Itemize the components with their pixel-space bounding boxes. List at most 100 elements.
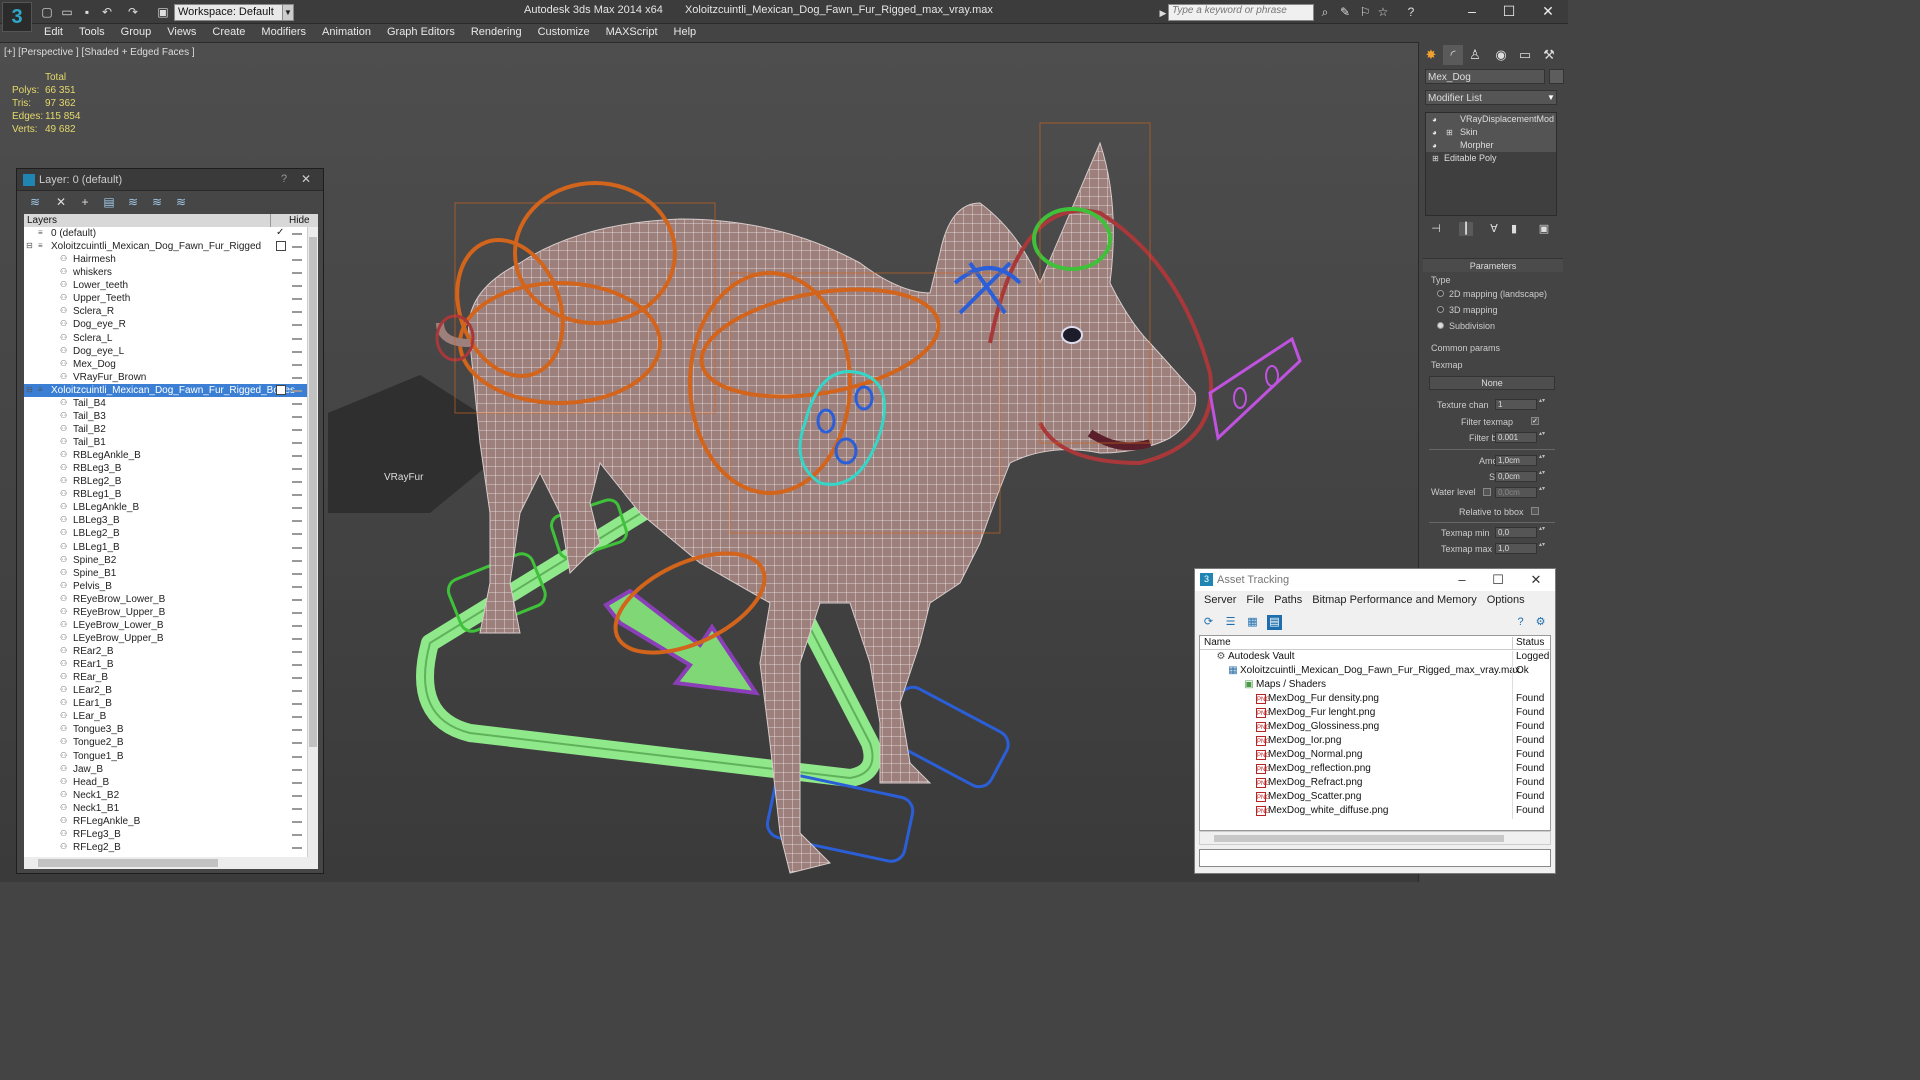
new-layer-icon[interactable]: + [77, 194, 93, 210]
filter-texmap-checkbox[interactable]: ✓ [1531, 417, 1539, 425]
hide-toggle[interactable] [292, 507, 302, 510]
layer-checkbox[interactable] [276, 241, 286, 252]
menu-options[interactable]: Options [1482, 594, 1530, 606]
asset-row[interactable]: PNG MexDog_Normal.png Found [1200, 748, 1550, 763]
show-end-result-icon[interactable]: ┃ [1459, 222, 1473, 236]
column-name[interactable]: Name [1204, 637, 1231, 648]
texmap-min-field[interactable]: 0,0 [1495, 527, 1537, 538]
maximize-button[interactable]: ☐ [1495, 2, 1523, 20]
help-icon[interactable]: ? [1404, 5, 1418, 19]
texmap-max-field[interactable]: 1,0 [1495, 543, 1537, 554]
layer-row[interactable]: ⚇ LBLeg3_B [24, 514, 318, 527]
layer-row[interactable]: ⚇ RBLegAnkle_B [24, 449, 318, 462]
layer-row[interactable]: ⚇ Hairmesh [24, 253, 318, 266]
texmap-button[interactable]: None [1429, 376, 1555, 390]
hide-toggle[interactable] [292, 285, 302, 288]
layer-row[interactable]: ⚇ LEar1_B [24, 697, 318, 710]
parameters-rollout[interactable]: Parameters [1423, 258, 1563, 272]
hide-toggle[interactable] [292, 363, 302, 366]
column-status[interactable]: Status [1512, 637, 1550, 650]
hide-toggle[interactable] [292, 768, 302, 771]
spinner-icon[interactable]: ▴▾ [1539, 454, 1545, 466]
workspace-select[interactable]: Workspace: Default [174, 4, 284, 21]
hide-toggle[interactable] [292, 651, 302, 653]
highlight-layer-icon[interactable]: ≋ [125, 194, 141, 210]
layer-row[interactable]: ⚇ Tongue2_B [24, 736, 318, 749]
layer-row[interactable]: ⚇ Sclera_R [24, 305, 318, 318]
hide-toggle[interactable] [292, 781, 302, 784]
create-tab-icon[interactable]: ✸ [1421, 45, 1441, 65]
layer-row[interactable]: ⊟ ≡ Xoloitzcuintli_Mexican_Dog_Fawn_Fur_Ri… [24, 240, 318, 253]
expand-icon[interactable]: ⊞ [1432, 152, 1439, 165]
hide-toggle[interactable] [292, 729, 302, 732]
freeze-all-icon[interactable]: ≋ [173, 194, 189, 210]
spinner-icon[interactable]: ▴▾ [1539, 542, 1545, 554]
hide-toggle[interactable] [292, 402, 302, 405]
relative-bbox-checkbox[interactable] [1531, 507, 1539, 515]
scroll-thumb[interactable] [1214, 835, 1504, 842]
project-folder-icon[interactable]: ▣ [156, 5, 170, 19]
layer-row[interactable]: ⚇ Dog_eye_R [24, 318, 318, 331]
hide-toggle[interactable] [292, 833, 302, 836]
hide-toggle[interactable] [292, 742, 302, 745]
app-menu-button[interactable]: 3 [2, 2, 32, 32]
hide-toggle[interactable] [292, 298, 302, 301]
layer-row[interactable]: ≡ 0 (default) ✓ [24, 227, 318, 240]
lightbulb-icon[interactable]: ◕ [1432, 139, 1437, 152]
expand-icon[interactable]: ⊟ [26, 241, 35, 251]
refresh-icon[interactable]: ⟳ [1201, 615, 1216, 630]
binoculars-icon[interactable]: ⌕ [1318, 5, 1332, 19]
layer-row[interactable]: ⚇ VRayFur_Brown [24, 371, 318, 384]
expand-icon[interactable]: ⊞ [1446, 126, 1453, 139]
layer-row[interactable]: ⚇ Tongue1_B [24, 750, 318, 763]
hide-toggle[interactable] [292, 677, 302, 680]
hide-toggle[interactable] [292, 337, 302, 340]
layer-row[interactable]: ⚇ Sclera_L [24, 332, 318, 345]
layer-row[interactable]: ⚇ REar_B [24, 671, 318, 684]
jaw-control[interactable] [1208, 336, 1302, 441]
delete-layer-icon[interactable]: ✕ [53, 194, 69, 210]
list-view-icon[interactable]: ☰ [1223, 615, 1238, 630]
hide-toggle[interactable] [292, 703, 302, 706]
layer-row[interactable]: ⚇ Spine_B1 [24, 567, 318, 580]
hide-toggle[interactable] [292, 807, 302, 810]
asset-row[interactable]: ⚙Autodesk Vault Logged O [1200, 650, 1550, 665]
hide-all-icon[interactable]: ≋ [149, 194, 165, 210]
hide-toggle[interactable] [292, 598, 302, 601]
object-name-field[interactable]: Mex_Dog [1425, 69, 1545, 84]
amount-field[interactable]: 1,0cm [1495, 455, 1537, 466]
hide-toggle[interactable] [292, 755, 302, 758]
lightbulb-icon[interactable]: ◕ [1432, 126, 1437, 139]
hierarchy-tab-icon[interactable]: ♙ [1465, 45, 1485, 65]
hide-toggle[interactable] [292, 494, 302, 497]
filter-blur-field[interactable]: 0.001 [1495, 432, 1537, 443]
viewport-label[interactable]: [+] [Perspective ] [Shaded + Edged Faces… [4, 47, 195, 58]
hide-toggle[interactable] [292, 389, 302, 392]
utilities-tab-icon[interactable]: ⚒ [1539, 45, 1559, 65]
layer-row[interactable]: ⚇ Tail_B2 [24, 423, 318, 436]
layer-row[interactable]: ⚇ Head_B [24, 776, 318, 789]
asset-row[interactable]: PNG MexDog_Fur density.png Found [1200, 692, 1550, 707]
layer-row[interactable]: ⚇ Tail_B3 [24, 410, 318, 423]
menu-help[interactable]: Help [666, 25, 705, 41]
layer-row[interactable]: ⚇ Mex_Dog [24, 358, 318, 371]
menu-views[interactable]: Views [159, 25, 204, 41]
layer-hscrollbar[interactable] [24, 857, 318, 869]
minimize-button[interactable]: – [1458, 2, 1486, 20]
hide-toggle[interactable] [292, 324, 302, 327]
undo-icon[interactable]: ↶ [100, 5, 114, 19]
remove-modifier-icon[interactable]: ▮ [1507, 222, 1521, 236]
expand-icon[interactable]: ⊟ [26, 385, 35, 395]
layer-row[interactable]: ⚇ LEar2_B [24, 684, 318, 697]
layer-row[interactable]: ⚇ RFLeg2_B [24, 841, 318, 854]
shift-field[interactable]: 0,0cm [1495, 471, 1537, 482]
menu-edit[interactable]: Edit [36, 25, 71, 41]
menu-animation[interactable]: Animation [314, 25, 379, 41]
layer-row[interactable]: ⚇ Tail_B4 [24, 397, 318, 410]
layer-row[interactable]: ⚇ RFLeg3_B [24, 828, 318, 841]
water-level-checkbox[interactable] [1483, 488, 1491, 496]
communication-center-icon[interactable]: ⚐ [1358, 5, 1372, 19]
hide-toggle[interactable] [292, 820, 302, 823]
hide-toggle[interactable] [292, 415, 302, 418]
layer-row[interactable]: ⊟ ≡ Xoloitzcuintli_Mexican_Dog_Fawn_Fur_Ri… [24, 383, 318, 397]
